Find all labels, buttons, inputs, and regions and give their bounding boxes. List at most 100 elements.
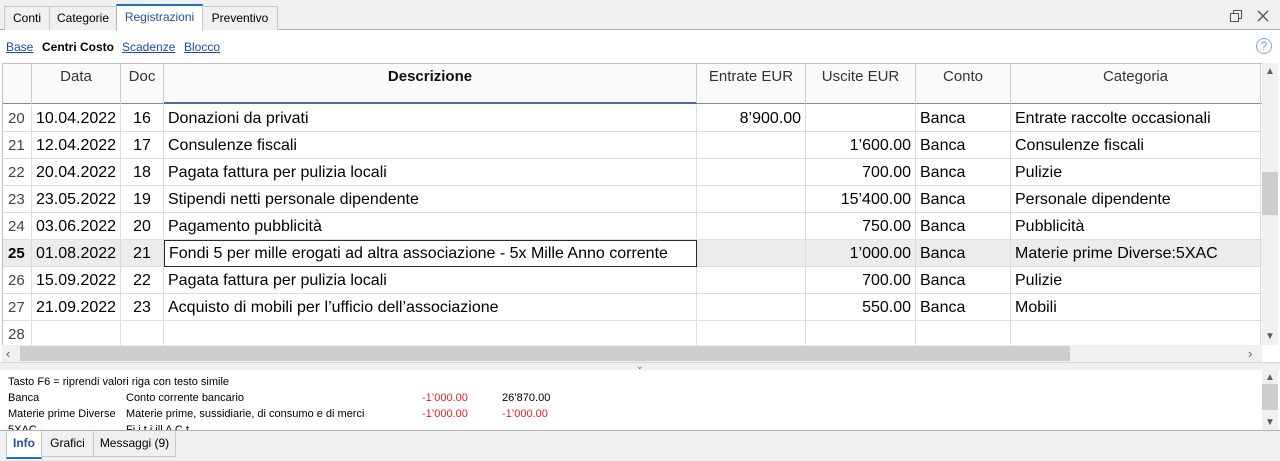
doc-cell[interactable]: 18	[121, 159, 164, 186]
categoria-cell[interactable]: Materie prime Diverse:5XAC	[1011, 240, 1261, 267]
entrate-cell[interactable]	[697, 186, 806, 213]
entrate-cell[interactable]	[697, 267, 806, 294]
description-cell[interactable]: Pagamento pubblicità	[164, 213, 697, 240]
entrate-cell[interactable]	[697, 132, 806, 159]
date-cell[interactable]: 10.04.2022	[32, 105, 121, 132]
link-base[interactable]: Base	[6, 40, 33, 54]
description-cell[interactable]: Stipendi netti personale dipendente	[164, 186, 697, 213]
link-blocco[interactable]: Blocco	[184, 40, 220, 54]
entrate-cell[interactable]	[697, 294, 806, 321]
date-cell[interactable]: 23.05.2022	[32, 186, 121, 213]
header-entrate[interactable]: Entrate EUR	[697, 64, 806, 104]
conto-cell[interactable]: Banca	[916, 105, 1011, 132]
conto-cell[interactable]: Banca	[916, 267, 1011, 294]
conto-cell[interactable]: Banca	[916, 213, 1011, 240]
table-row[interactable]: 27 21.09.2022 23 Acquisto di mobili per l’u…	[3, 294, 1262, 321]
scroll-left-arrow-icon[interactable]: ‹	[6, 347, 10, 360]
entrate-cell[interactable]	[697, 159, 806, 186]
doc-cell[interactable]: 19	[121, 186, 164, 213]
tab-grafici[interactable]: Grafici	[41, 431, 94, 457]
scroll-up-arrow-icon[interactable]: ▲	[1265, 66, 1275, 78]
scroll-down-arrow-icon[interactable]: ▼	[1265, 331, 1275, 343]
info-vertical-scroll-thumb[interactable]	[1262, 384, 1278, 410]
info-scroll-down-arrow-icon[interactable]: ▼	[1265, 417, 1275, 429]
help-icon[interactable]: ?	[1256, 38, 1272, 54]
doc-cell[interactable]: 23	[121, 294, 164, 321]
uscite-cell[interactable]: 700.00	[806, 267, 916, 294]
info-scroll-up-arrow-icon[interactable]: ▲	[1265, 372, 1275, 384]
table-row[interactable]: 21 12.04.2022 17 Consulenze fiscali 1’600.00…	[3, 132, 1262, 159]
table-row[interactable]: 20 10.04.2022 16 Donazioni da privati 8’900.…	[3, 105, 1262, 132]
date-cell[interactable]: 20.04.2022	[32, 159, 121, 186]
entrate-cell[interactable]	[697, 213, 806, 240]
table-row[interactable]: 23 23.05.2022 19 Stipendi netti personale d…	[3, 186, 1262, 213]
uscite-cell[interactable]: 700.00	[806, 159, 916, 186]
conto-cell[interactable]: Banca	[916, 132, 1011, 159]
tab-messaggi[interactable]: Messaggi (9)	[93, 431, 176, 457]
header-data[interactable]: Data	[32, 64, 121, 104]
categoria-cell[interactable]: Consulenze fiscali	[1011, 132, 1261, 159]
categoria-cell[interactable]: Pubblicità	[1011, 213, 1261, 240]
tab-categorie[interactable]: Categorie	[49, 6, 117, 30]
uscite-cell[interactable]	[806, 105, 916, 132]
grid-vertical-scroll-thumb[interactable]	[1262, 172, 1278, 215]
uscite-cell[interactable]: 1’000.00	[806, 240, 916, 267]
date-cell[interactable]: 15.09.2022	[32, 267, 121, 294]
date-cell[interactable]: 21.09.2022	[32, 294, 121, 321]
description-cell[interactable]	[164, 321, 697, 345]
doc-cell[interactable]: 22	[121, 267, 164, 294]
date-cell[interactable]: 03.06.2022	[32, 213, 121, 240]
description-cell[interactable]: Consulenze fiscali	[164, 132, 697, 159]
doc-cell[interactable]: 16	[121, 105, 164, 132]
description-cell[interactable]: Acquisto di mobili per l’ufficio dell’as…	[164, 294, 697, 321]
doc-cell[interactable]: 20	[121, 213, 164, 240]
uscite-cell[interactable]: 1’600.00	[806, 132, 916, 159]
uscite-cell[interactable]: 550.00	[806, 294, 916, 321]
doc-cell[interactable]: 21	[121, 240, 164, 267]
categoria-cell[interactable]	[1011, 321, 1261, 345]
header-conto[interactable]: Conto	[916, 64, 1011, 104]
date-cell[interactable]: 01.08.2022	[32, 240, 121, 267]
table-row[interactable]: 24 03.06.2022 20 Pagamento pubblicità 750.00…	[3, 213, 1262, 240]
conto-cell[interactable]: Banca	[916, 240, 1011, 267]
uscite-cell[interactable]: 15’400.00	[806, 186, 916, 213]
tab-registrazioni[interactable]: Registrazioni	[116, 4, 203, 31]
doc-cell[interactable]: 17	[121, 132, 164, 159]
conto-cell[interactable]: Banca	[916, 159, 1011, 186]
date-cell[interactable]: 12.04.2022	[32, 132, 121, 159]
link-centri-costo[interactable]: Centri Costo	[42, 40, 114, 54]
tab-preventivo[interactable]: Preventivo	[202, 6, 278, 30]
entrate-cell[interactable]: 8’900.00	[697, 105, 806, 132]
table-row[interactable]: 26 15.09.2022 22 Pagata fattura per pulizia…	[3, 267, 1262, 294]
table-row[interactable]: 28	[3, 321, 1262, 345]
uscite-cell[interactable]	[806, 321, 916, 345]
description-cell[interactable]: Pagata fattura per pulizia locali	[164, 267, 697, 294]
description-cell[interactable]: Pagata fattura per pulizia locali	[164, 159, 697, 186]
description-cell[interactable]: Fondi 5 per mille erogati ad altra assoc…	[164, 240, 697, 267]
header-uscite[interactable]: Uscite EUR	[806, 64, 916, 104]
tab-conti[interactable]: Conti	[4, 6, 50, 30]
header-categoria[interactable]: Categoria	[1011, 64, 1261, 104]
header-doc[interactable]: Doc	[121, 64, 164, 104]
header-descrizione[interactable]: Descrizione	[164, 64, 697, 104]
conto-cell[interactable]	[916, 321, 1011, 345]
conto-cell[interactable]: Banca	[916, 186, 1011, 213]
categoria-cell[interactable]: Pulizie	[1011, 267, 1261, 294]
uscite-cell[interactable]: 750.00	[806, 213, 916, 240]
categoria-cell[interactable]: Entrate raccolte occasionali	[1011, 105, 1261, 132]
link-scadenze[interactable]: Scadenze	[122, 40, 175, 54]
categoria-cell[interactable]: Personale dipendente	[1011, 186, 1261, 213]
entrate-cell[interactable]	[697, 240, 806, 267]
table-row[interactable]: 22 20.04.2022 18 Pagata fattura per pulizia…	[3, 159, 1262, 186]
description-cell[interactable]: Donazioni da privati	[164, 105, 697, 132]
restore-window-icon[interactable]	[1229, 9, 1243, 23]
date-cell[interactable]	[32, 321, 121, 345]
panel-splitter[interactable]: ⌄	[0, 361, 1280, 371]
grid-horizontal-scroll-thumb[interactable]	[20, 346, 1070, 361]
close-icon[interactable]	[1256, 9, 1270, 23]
entrate-cell[interactable]	[697, 321, 806, 345]
categoria-cell[interactable]: Mobili	[1011, 294, 1261, 321]
doc-cell[interactable]	[121, 321, 164, 345]
tab-info[interactable]: Info	[6, 431, 42, 459]
scroll-right-arrow-icon[interactable]: ›	[1248, 347, 1252, 360]
